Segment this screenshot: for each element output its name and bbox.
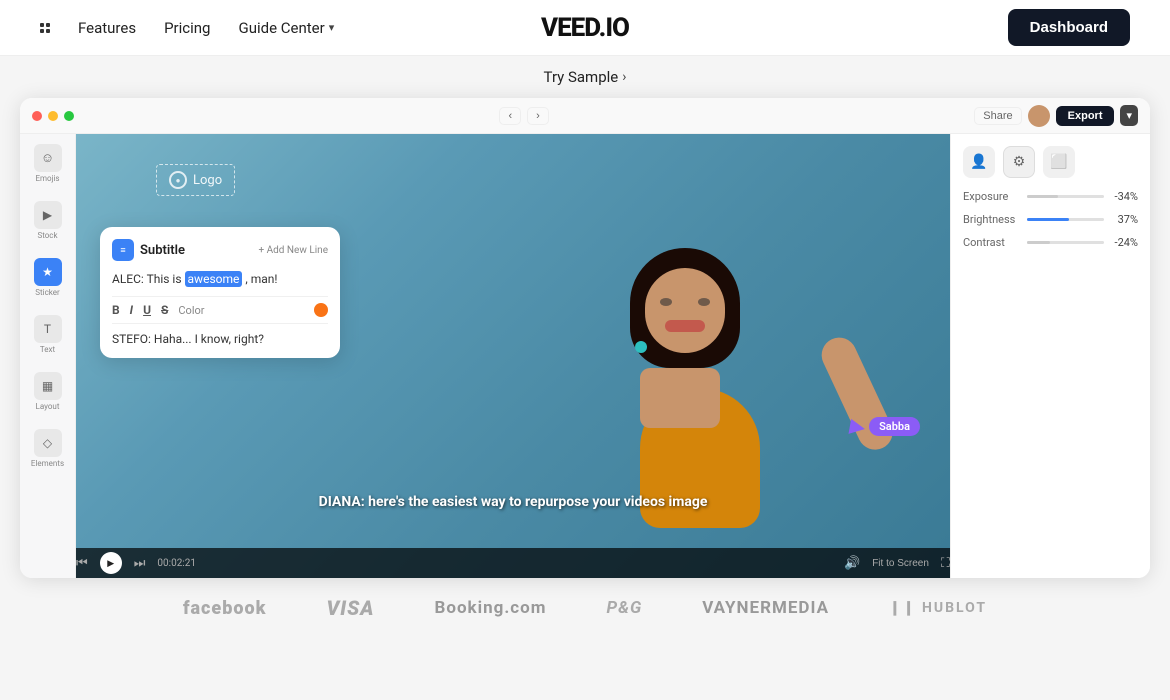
subtitle-panel: ≡ Subtitle + Add New Line ALEC: This is … xyxy=(100,227,340,358)
brand-visa: VISA xyxy=(326,596,374,620)
contrast-value: -24% xyxy=(1110,236,1138,249)
color-picker[interactable] xyxy=(314,303,328,317)
try-sample-bar: Try Sample › xyxy=(0,56,1170,98)
subtitle-format-bar: B I U S Color xyxy=(112,296,328,324)
chevron-down-icon: ▾ xyxy=(329,21,335,34)
editor-wrapper: ‹ › Share Export ▾ ☺ Emojis ▶ Stock ★ St… xyxy=(20,98,1150,578)
logo-placeholder[interactable]: ● Logo xyxy=(156,164,235,196)
traffic-light-red[interactable] xyxy=(32,111,42,121)
exposure-label: Exposure xyxy=(963,190,1021,203)
editor-back-button[interactable]: ‹ xyxy=(499,107,521,125)
neck-area xyxy=(640,368,720,428)
eye-left xyxy=(660,298,672,306)
subtitle-display: DIANA: here's the easiest way to repurpo… xyxy=(319,494,708,510)
brightness-label: Brightness xyxy=(963,213,1021,226)
panel-tab-adjustments[interactable]: ⚙ xyxy=(1003,146,1035,178)
brightness-fill xyxy=(1027,218,1069,221)
traffic-light-yellow[interactable] xyxy=(48,111,58,121)
exposure-value: -34% xyxy=(1110,190,1138,203)
sabba-cursor-badge: Sabba xyxy=(869,417,920,436)
color-label: Color xyxy=(178,304,204,317)
subtitle-panel-title: Subtitle xyxy=(140,243,185,258)
video-subject xyxy=(630,188,890,528)
bold-button[interactable]: B xyxy=(112,303,120,317)
brand-facebook: facebook xyxy=(183,598,266,619)
panel-tabs: 👤 ⚙ ⬜ xyxy=(963,146,1138,178)
nav-pricing-link[interactable]: Pricing xyxy=(164,19,210,37)
subtitle-icon: ≡ xyxy=(112,239,134,261)
sidebar-item-text[interactable]: T Text xyxy=(34,315,62,354)
navbar: Features Pricing Guide Center ▾ VEED.IO … xyxy=(0,0,1170,56)
share-button[interactable]: Share xyxy=(974,107,1021,125)
brand-pg: P&G xyxy=(606,598,642,618)
brightness-value: 37% xyxy=(1110,213,1138,226)
add-new-line-button[interactable]: + Add New Line xyxy=(258,245,328,256)
logo-overlay: ● Logo xyxy=(156,164,235,196)
editor-right-panel: 👤 ⚙ ⬜ Exposure -34% Brightness 37% xyxy=(950,134,1150,578)
contrast-slider[interactable] xyxy=(1027,241,1104,244)
dashboard-button[interactable]: Dashboard xyxy=(1008,9,1130,46)
nav-left: Features Pricing Guide Center ▾ xyxy=(40,19,334,37)
exposure-fill xyxy=(1027,195,1058,198)
logo-circle-icon: ● xyxy=(169,171,187,189)
try-sample-link[interactable]: Try Sample › xyxy=(544,68,627,86)
strikethrough-button[interactable]: S xyxy=(161,303,168,317)
contrast-label: Contrast xyxy=(963,236,1021,249)
sidebar-item-layout[interactable]: ▦ Layout xyxy=(34,372,62,411)
contrast-row: Contrast -24% xyxy=(963,236,1138,249)
cursor-sabba: ▶ Sabba xyxy=(850,414,920,438)
subtitle-label-pill: ≡ Subtitle xyxy=(112,239,185,261)
smile xyxy=(665,320,705,332)
playback-time: 00:02:21 xyxy=(157,558,196,569)
skip-forward-button[interactable]: ⏭ xyxy=(134,555,146,571)
logo-label: Logo xyxy=(193,173,222,188)
editor-sidebar: ☺ Emojis ▶ Stock ★ Sticker T Text ▦ Layo… xyxy=(20,134,76,578)
editor-topbar: ‹ › Share Export ▾ xyxy=(20,98,1150,134)
subtitle-overlay: DIANA: here's the easiest way to repurpo… xyxy=(76,483,950,518)
italic-button[interactable]: I xyxy=(130,303,133,317)
traffic-light-green[interactable] xyxy=(64,111,74,121)
logo-dot: ● xyxy=(176,176,181,185)
sidebar-item-sticker[interactable]: ★ Sticker xyxy=(34,258,62,297)
brand-hublot: ❙❙ HUBLOT xyxy=(889,600,987,616)
sidebar-item-emojis[interactable]: ☺ Emojis xyxy=(34,144,62,183)
panel-tab-crop[interactable]: ⬜ xyxy=(1043,146,1075,178)
fullscreen-button[interactable]: ⛶ xyxy=(941,555,950,571)
brand-booking: Booking.com xyxy=(435,598,547,618)
subtitle-line-1: ALEC: This is awesome , man! xyxy=(112,271,328,288)
site-logo[interactable]: VEED.IO xyxy=(541,13,629,43)
panel-tab-person[interactable]: 👤 xyxy=(963,146,995,178)
nav-features-link[interactable]: Features xyxy=(78,19,136,37)
fit-screen-button[interactable]: Fit to Screen xyxy=(872,558,929,569)
brightness-slider[interactable] xyxy=(1027,218,1104,221)
earring xyxy=(635,341,647,353)
face xyxy=(645,268,725,353)
contrast-fill xyxy=(1027,241,1050,244)
export-button[interactable]: Export xyxy=(1056,106,1115,126)
arrow-right-icon: › xyxy=(622,69,626,85)
sidebar-item-elements[interactable]: ◇ Elements xyxy=(31,429,64,468)
eye-right xyxy=(698,298,710,306)
playback-controls: ⏮ ▶ ⏭ 00:02:21 🔊 Fit to Screen ⛶ xyxy=(76,548,950,578)
skip-back-button[interactable]: ⏮ xyxy=(76,555,88,571)
sidebar-item-stock[interactable]: ▶ Stock xyxy=(34,201,62,240)
exposure-slider[interactable] xyxy=(1027,195,1104,198)
nav-guide-center-link[interactable]: Guide Center ▾ xyxy=(238,19,334,37)
underline-button[interactable]: U xyxy=(143,303,151,317)
editor-forward-button[interactable]: › xyxy=(527,107,549,125)
grid-icon[interactable] xyxy=(40,23,50,33)
user-avatar xyxy=(1028,105,1050,127)
brands-bar: facebook VISA Booking.com P&G VAYNERMEDI… xyxy=(0,578,1170,630)
export-options-button[interactable]: ▾ xyxy=(1120,105,1138,126)
volume-button[interactable]: 🔊 xyxy=(844,555,860,571)
subtitle-highlight: awesome xyxy=(185,271,243,287)
subtitle-line-2: STEFO: Haha... I know, right? xyxy=(112,332,328,346)
play-button[interactable]: ▶ xyxy=(100,552,122,574)
brand-vaynermedia: VAYNERMEDIA xyxy=(702,598,829,618)
brightness-row: Brightness 37% xyxy=(963,213,1138,226)
subtitle-panel-header: ≡ Subtitle + Add New Line xyxy=(112,239,328,261)
sabba-cursor-arrow: ▶ xyxy=(848,413,867,439)
exposure-row: Exposure -34% xyxy=(963,190,1138,203)
